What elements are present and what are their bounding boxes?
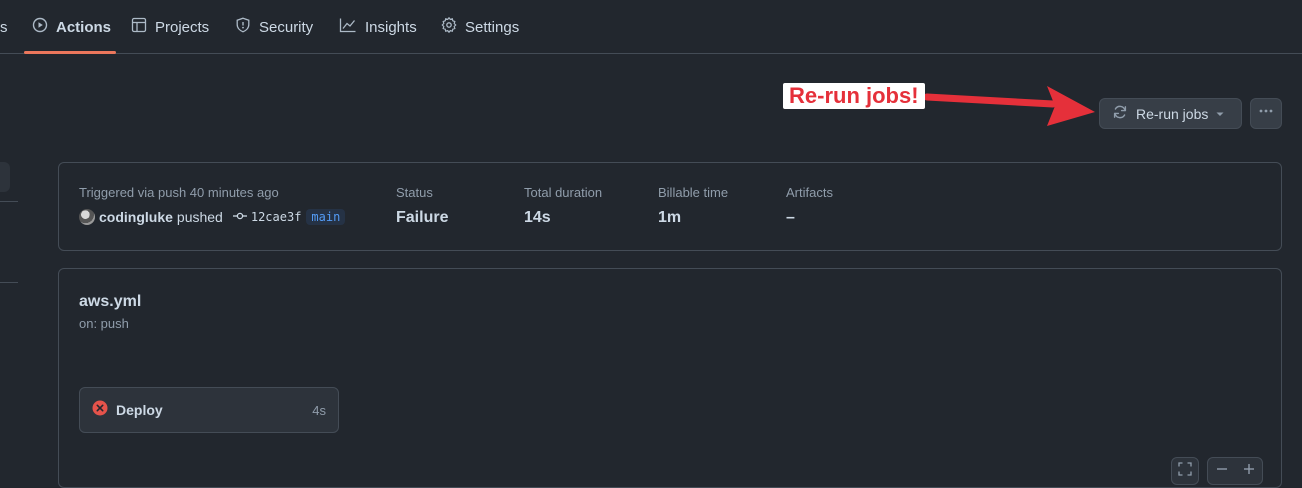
status-section: Status Failure xyxy=(396,185,448,227)
git-commit-icon xyxy=(232,210,251,224)
tab-security[interactable]: Security xyxy=(235,0,313,54)
tab-settings[interactable]: Settings xyxy=(441,0,519,54)
graph-icon xyxy=(339,17,365,37)
job-duration: 4s xyxy=(312,402,326,418)
sidebar-divider xyxy=(0,201,18,202)
run-summary-card: Triggered via push 40 minutes ago coding… xyxy=(58,162,1282,251)
sync-icon xyxy=(1112,104,1128,123)
annotation-label: Re-run jobs! xyxy=(783,83,925,109)
annotation-arrow-icon xyxy=(925,86,1095,126)
tab-actions[interactable]: Actions xyxy=(32,0,111,54)
tab-label: Projects xyxy=(155,18,210,36)
billable-value: 1m xyxy=(658,209,682,226)
nav-item-label: s xyxy=(0,18,8,36)
zoom-controls xyxy=(1207,457,1263,485)
artifacts-label: Artifacts xyxy=(786,185,833,200)
zoom-in-icon[interactable] xyxy=(1242,462,1256,481)
billable-label: Billable time xyxy=(658,185,729,200)
x-circle-fill-icon xyxy=(92,400,108,421)
job-card-deploy[interactable]: Deploy 4s xyxy=(79,387,339,433)
gear-icon xyxy=(441,16,465,37)
tab-projects[interactable]: Projects xyxy=(131,0,209,54)
job-name: Deploy xyxy=(116,402,163,418)
kebab-horizontal-icon xyxy=(1258,103,1274,124)
sidebar-divider xyxy=(0,282,18,283)
duration-value: 14s xyxy=(524,209,551,226)
workflow-graph-card: aws.yml on: push Deploy 4s xyxy=(58,268,1282,488)
billable-section: Billable time 1m xyxy=(658,185,728,227)
tab-label: Settings xyxy=(465,18,520,36)
tab-insights[interactable]: Insights xyxy=(339,0,417,54)
repo-nav: s Actions Projects Security Insights Set… xyxy=(0,0,1302,54)
triangle-down-icon xyxy=(1215,106,1225,122)
zoom-out-icon[interactable] xyxy=(1215,462,1229,481)
rerun-jobs-button[interactable]: Re-run jobs xyxy=(1099,98,1242,129)
artifacts-section: Artifacts – xyxy=(786,185,833,227)
rerun-jobs-label: Re-run jobs xyxy=(1136,105,1209,122)
tab-label: Insights xyxy=(365,18,417,36)
trigger-section: Triggered via push 40 minutes ago coding… xyxy=(79,185,346,225)
actor-link[interactable]: codingluke xyxy=(99,209,173,225)
tab-label: Security xyxy=(259,18,314,36)
avatar[interactable] xyxy=(79,209,95,225)
commit-link[interactable]: 12cae3f xyxy=(232,210,302,224)
workflow-file-name: aws.yml xyxy=(79,293,142,310)
branch-badge[interactable]: main xyxy=(306,209,346,225)
table-icon xyxy=(131,17,155,37)
status-value: Failure xyxy=(396,209,449,226)
tab-label: Actions xyxy=(56,18,112,36)
nav-item-truncated[interactable]: s xyxy=(0,0,8,54)
duration-section: Total duration 14s xyxy=(524,185,602,227)
trigger-label: Triggered via push 40 minutes ago xyxy=(79,185,279,200)
play-circle-icon xyxy=(32,17,56,37)
commit-sha: 12cae3f xyxy=(250,210,302,224)
duration-label: Total duration xyxy=(524,185,603,200)
workflow-trigger: on: push xyxy=(79,316,129,331)
active-tab-indicator xyxy=(24,51,116,54)
more-options-button[interactable] xyxy=(1250,98,1282,129)
status-label: Status xyxy=(396,185,433,200)
screen-full-icon xyxy=(1178,461,1192,481)
sidebar-item-selected[interactable] xyxy=(0,162,10,192)
artifacts-value: – xyxy=(786,209,795,226)
actor-action: pushed xyxy=(176,209,223,225)
fullscreen-button[interactable] xyxy=(1171,457,1199,485)
shield-icon xyxy=(235,17,259,37)
